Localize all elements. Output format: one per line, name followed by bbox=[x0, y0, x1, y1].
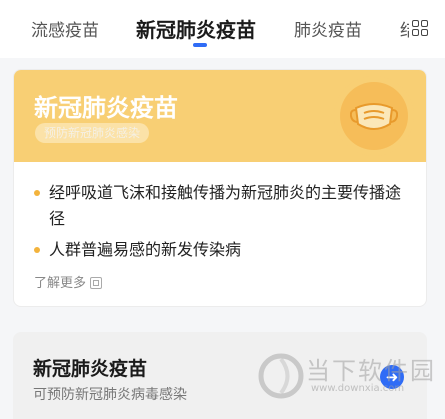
learn-more-link[interactable]: 了解更多 bbox=[34, 272, 103, 291]
mask-icon bbox=[340, 82, 408, 150]
watermark-logo bbox=[258, 353, 304, 399]
vaccine-info-card[interactable]: 新冠肺炎疫苗 预防新冠肺炎感染 经呼吸道飞沫和接触传播为新冠肺炎的主要传播途径 … bbox=[13, 69, 427, 307]
list-item: 人群普遍易感的新发传染病 bbox=[34, 237, 414, 263]
card2-subtitle: 可预防新冠肺炎病毒感染 bbox=[33, 387, 187, 403]
tab-pneumonia-vaccine[interactable]: 肺炎疫苗 bbox=[294, 16, 362, 41]
bullet-dot bbox=[34, 247, 40, 253]
copy-icon bbox=[90, 277, 103, 289]
tab-flu-vaccine[interactable]: 流感疫苗 bbox=[31, 16, 99, 41]
watermark-url: www.downxia.com bbox=[311, 383, 405, 394]
tab-bar: 流感疫苗 新冠肺炎疫苗 肺炎疫苗 结 bbox=[0, 0, 445, 58]
active-tab-indicator bbox=[193, 43, 207, 47]
bullet-dot bbox=[34, 190, 40, 196]
list-item: 经呼吸道飞沫和接触传播为新冠肺炎的主要传播途径 bbox=[34, 180, 414, 232]
grid-menu-icon[interactable] bbox=[409, 17, 431, 39]
tab-covid-vaccine[interactable]: 新冠肺炎疫苗 bbox=[136, 14, 256, 43]
card2-title: 新冠肺炎疫苗 bbox=[33, 358, 148, 380]
watermark-text: 当下软件园 bbox=[306, 357, 436, 385]
card-tag: 预防新冠肺炎感染 bbox=[35, 123, 150, 143]
card-header: 新冠肺炎疫苗 预防新冠肺炎感染 bbox=[14, 70, 426, 162]
card-title: 新冠肺炎疫苗 bbox=[34, 94, 178, 122]
